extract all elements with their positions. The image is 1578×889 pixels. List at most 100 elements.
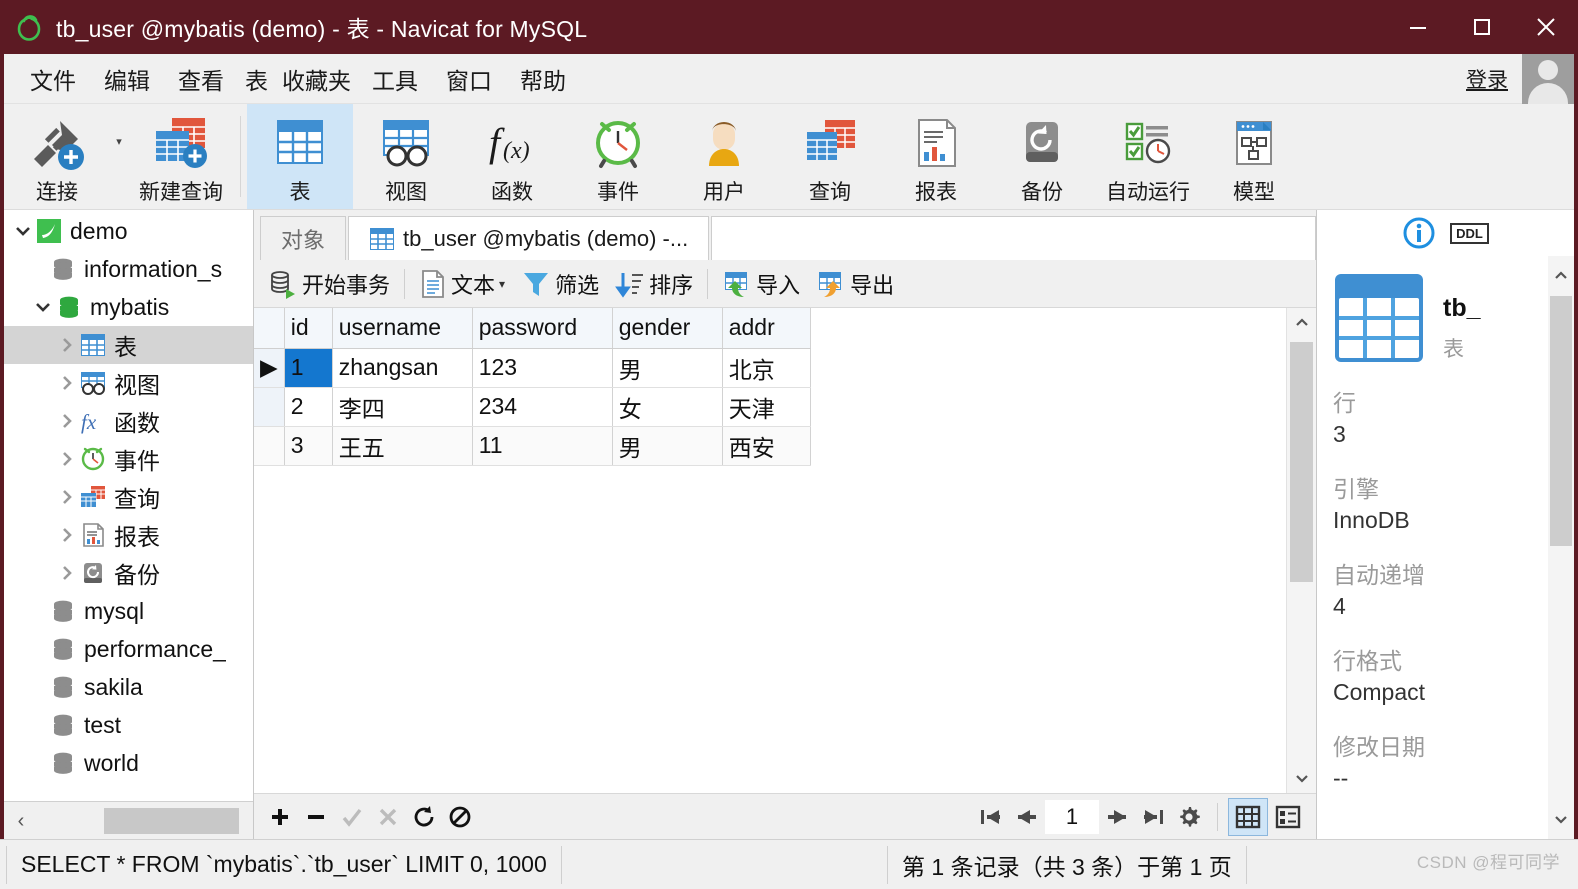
information-panel-scrollbar[interactable] (1548, 256, 1574, 839)
chevron-up-icon[interactable] (1294, 308, 1310, 338)
stop-button[interactable] (442, 798, 478, 836)
cell-password[interactable]: 123 (472, 348, 613, 388)
user-avatar-icon[interactable] (1522, 53, 1574, 104)
tree-item-performance-schema[interactable]: performance_ (4, 630, 253, 668)
menu-help[interactable]: 帮助 (506, 58, 580, 100)
discard-change-button[interactable] (370, 798, 406, 836)
cell-password[interactable]: 234 (472, 387, 613, 427)
tree-item-demo[interactable]: demo (4, 212, 253, 250)
cell-id[interactable]: 1 (284, 348, 333, 388)
menu-table[interactable]: 表 (238, 58, 275, 100)
tab-objects[interactable]: 对象 (260, 216, 347, 260)
scrollbar-thumb[interactable] (1290, 342, 1313, 582)
cell-addr[interactable]: 北京 (722, 348, 811, 388)
connection-dropdown-caret-icon[interactable]: ▾ (110, 104, 128, 209)
toolbar-button-query[interactable]: 查询 (777, 104, 883, 209)
tree-item-tables[interactable]: 表 (4, 326, 253, 364)
info-circle-icon[interactable] (1402, 216, 1436, 250)
toolbar-button-connection[interactable]: 连接 (4, 104, 110, 209)
sort-button[interactable]: 排序 (607, 262, 701, 306)
chevron-down-icon[interactable] (12, 222, 34, 240)
maximize-button[interactable] (1450, 0, 1514, 54)
form-view-toggle[interactable] (1268, 798, 1308, 836)
tree-item-mybatis[interactable]: mybatis (4, 288, 253, 326)
table-row[interactable]: ▶ 1 zhangsan 123 男 北京 (254, 348, 811, 388)
prev-page-button[interactable] (1009, 798, 1045, 836)
column-header-username[interactable]: username (332, 308, 473, 349)
login-link[interactable]: 登录 (1466, 64, 1508, 94)
chevron-right-icon[interactable] (56, 374, 78, 392)
menu-file[interactable]: 文件 (16, 58, 90, 100)
begin-transaction-button[interactable]: 开始事务 (260, 262, 398, 306)
toolbar-button-event[interactable]: 事件 (565, 104, 671, 209)
text-button[interactable]: 文本 ▾ (411, 262, 513, 306)
table-row[interactable]: 3 王五 11 男 西安 (254, 426, 811, 466)
scrollbar-track[interactable] (34, 807, 239, 834)
minimize-button[interactable] (1386, 0, 1450, 54)
menu-view[interactable]: 查看 (164, 58, 238, 100)
sidebar-horizontal-scrollbar[interactable]: ‹ › (4, 801, 253, 839)
toolbar-button-new-query[interactable]: 新建查询 (128, 104, 234, 209)
chevron-down-icon[interactable] (1294, 763, 1310, 793)
import-button[interactable]: 导入 (714, 262, 808, 306)
scrollbar-track[interactable] (1287, 338, 1316, 763)
column-header-password[interactable]: password (472, 308, 613, 349)
menu-edit[interactable]: 编辑 (90, 58, 164, 100)
tree-item-events[interactable]: 事件 (4, 440, 253, 478)
chevron-right-icon[interactable] (56, 564, 78, 582)
page-number-input[interactable]: 1 (1045, 799, 1099, 834)
add-record-button[interactable] (262, 798, 298, 836)
tree-item-reports[interactable]: 报表 (4, 516, 253, 554)
column-header-gender[interactable]: gender (612, 308, 723, 349)
tree-item-views[interactable]: 视图 (4, 364, 253, 402)
toolbar-button-user[interactable]: 用户 (671, 104, 777, 209)
chevron-down-icon[interactable] (32, 298, 54, 316)
tree-item-functions[interactable]: fx 函数 (4, 402, 253, 440)
close-button[interactable] (1514, 0, 1578, 54)
chevron-up-icon[interactable] (1548, 256, 1574, 296)
cell-password[interactable]: 11 (472, 426, 613, 466)
menu-tools[interactable]: 工具 (358, 58, 432, 100)
last-page-button[interactable] (1135, 798, 1171, 836)
tree-item-queries[interactable]: 查询 (4, 478, 253, 516)
toolbar-button-function[interactable]: f (x) 函数 (459, 104, 565, 209)
column-header-addr[interactable]: addr (722, 308, 811, 349)
next-page-button[interactable] (1099, 798, 1135, 836)
chevron-down-icon[interactable] (1548, 799, 1574, 839)
scrollbar-thumb[interactable] (104, 807, 239, 834)
tree-item-mysql[interactable]: mysql (4, 592, 253, 630)
cell-gender[interactable]: 男 (612, 426, 723, 466)
tree-item-test[interactable]: test (4, 706, 253, 744)
chevron-left-icon[interactable]: ‹ (8, 811, 34, 831)
filter-button[interactable]: 筛选 (513, 262, 607, 306)
cell-addr[interactable]: 天津 (722, 387, 811, 427)
ddl-button[interactable]: DDL (1450, 222, 1489, 244)
cell-username[interactable]: 李四 (332, 387, 473, 427)
toolbar-button-backup[interactable]: 备份 (989, 104, 1095, 209)
refresh-button[interactable] (406, 798, 442, 836)
grid-view-toggle[interactable] (1228, 797, 1268, 836)
tree-item-backups[interactable]: 备份 (4, 554, 253, 592)
cell-id[interactable]: 2 (284, 387, 333, 427)
cell-username[interactable]: 王五 (332, 426, 473, 466)
table-row[interactable]: 2 李四 234 女 天津 (254, 387, 811, 427)
column-header-id[interactable]: id (284, 308, 333, 349)
first-page-button[interactable] (973, 798, 1009, 836)
tree-item-world[interactable]: world (4, 744, 253, 782)
export-button[interactable]: 导出 (808, 262, 902, 306)
chevron-down-icon[interactable]: ▾ (499, 277, 505, 291)
toolbar-button-report[interactable]: 报表 (883, 104, 989, 209)
chevron-right-icon[interactable] (56, 526, 78, 544)
chevron-right-icon[interactable] (56, 412, 78, 430)
data-grid[interactable]: id username password gender addr ▶ 1 zha… (254, 308, 1286, 793)
cell-id[interactable]: 3 (284, 426, 333, 466)
cell-addr[interactable]: 西安 (722, 426, 811, 466)
scrollbar-thumb[interactable] (1550, 296, 1572, 546)
tree-item-information-schema[interactable]: information_s (4, 250, 253, 288)
chevron-right-icon[interactable] (56, 488, 78, 506)
grid-vertical-scrollbar[interactable] (1286, 308, 1316, 793)
chevron-right-icon[interactable] (56, 336, 78, 354)
toolbar-button-automation[interactable]: 自动运行 (1095, 104, 1201, 209)
delete-record-button[interactable] (298, 798, 334, 836)
toolbar-button-table[interactable]: 表 (247, 104, 353, 209)
